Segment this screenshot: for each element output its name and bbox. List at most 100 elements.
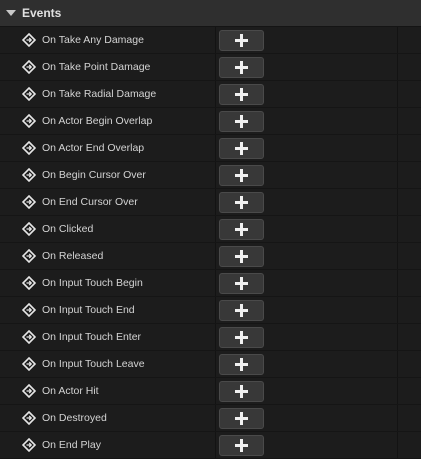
column-divider xyxy=(397,324,398,350)
column-divider xyxy=(215,270,216,296)
add-event-button[interactable] xyxy=(219,300,264,321)
event-diamond-icon xyxy=(22,60,36,74)
add-event-button[interactable] xyxy=(219,327,264,348)
add-event-button[interactable] xyxy=(219,57,264,78)
add-event-button[interactable] xyxy=(219,111,264,132)
event-row: On Destroyed xyxy=(0,405,421,432)
event-diamond-icon xyxy=(22,330,36,344)
column-divider xyxy=(215,216,216,242)
column-divider xyxy=(397,189,398,215)
event-label: On Actor Begin Overlap xyxy=(42,115,153,127)
column-divider xyxy=(215,432,216,458)
column-divider xyxy=(215,54,216,80)
event-diamond-icon xyxy=(22,411,36,425)
plus-icon xyxy=(235,412,248,425)
plus-icon xyxy=(235,142,248,155)
event-diamond-icon xyxy=(22,141,36,155)
plus-icon xyxy=(235,331,248,344)
event-row: On Actor Begin Overlap xyxy=(0,108,421,135)
event-diamond-icon xyxy=(22,384,36,398)
event-label: On Released xyxy=(42,250,104,262)
column-divider xyxy=(397,243,398,269)
add-event-button[interactable] xyxy=(219,192,264,213)
event-diamond-icon xyxy=(22,276,36,290)
event-label: On Take Any Damage xyxy=(42,34,144,46)
plus-icon xyxy=(235,304,248,317)
column-divider xyxy=(215,108,216,134)
event-row: On Input Touch Begin xyxy=(0,270,421,297)
column-divider xyxy=(397,216,398,242)
add-event-button[interactable] xyxy=(219,219,264,240)
column-divider xyxy=(397,432,398,458)
plus-icon xyxy=(235,88,248,101)
column-divider xyxy=(215,297,216,323)
add-event-button[interactable] xyxy=(219,246,264,267)
column-divider xyxy=(397,378,398,404)
event-label: On Destroyed xyxy=(42,412,107,424)
event-diamond-icon xyxy=(22,438,36,452)
column-divider xyxy=(215,351,216,377)
event-list: On Take Any Damage On Take Point Damage … xyxy=(0,27,421,459)
add-event-button[interactable] xyxy=(219,273,264,294)
plus-icon xyxy=(235,115,248,128)
plus-icon xyxy=(235,223,248,236)
event-diamond-icon xyxy=(22,195,36,209)
event-label: On End Play xyxy=(42,439,101,451)
event-diamond-icon xyxy=(22,33,36,47)
add-event-button[interactable] xyxy=(219,165,264,186)
column-divider xyxy=(397,405,398,431)
column-divider xyxy=(397,270,398,296)
event-row: On Clicked xyxy=(0,216,421,243)
event-row: On Take Point Damage xyxy=(0,54,421,81)
event-row: On Input Touch Leave xyxy=(0,351,421,378)
plus-icon xyxy=(235,34,248,47)
add-event-button[interactable] xyxy=(219,354,264,375)
column-divider xyxy=(215,324,216,350)
add-event-button[interactable] xyxy=(219,30,264,51)
add-event-button[interactable] xyxy=(219,381,264,402)
plus-icon xyxy=(235,385,248,398)
add-event-button[interactable] xyxy=(219,138,264,159)
event-label: On Clicked xyxy=(42,223,94,235)
column-divider xyxy=(397,54,398,80)
column-divider xyxy=(215,378,216,404)
event-label: On Actor Hit xyxy=(42,385,99,397)
column-divider xyxy=(397,135,398,161)
column-divider xyxy=(397,27,398,53)
plus-icon xyxy=(235,439,248,452)
event-row: On Actor End Overlap xyxy=(0,135,421,162)
event-diamond-icon xyxy=(22,168,36,182)
add-event-button[interactable] xyxy=(219,84,264,105)
add-event-button[interactable] xyxy=(219,408,264,429)
event-label: On Input Touch End xyxy=(42,304,135,316)
event-row: On End Cursor Over xyxy=(0,189,421,216)
column-divider xyxy=(215,243,216,269)
column-divider xyxy=(215,135,216,161)
event-label: On Take Point Damage xyxy=(42,61,151,73)
event-row: On Take Any Damage xyxy=(0,27,421,54)
event-diamond-icon xyxy=(22,114,36,128)
event-diamond-icon xyxy=(22,357,36,371)
plus-icon xyxy=(235,358,248,371)
add-event-button[interactable] xyxy=(219,435,264,456)
event-diamond-icon xyxy=(22,222,36,236)
event-diamond-icon xyxy=(22,249,36,263)
column-divider xyxy=(397,297,398,323)
event-label: On Input Touch Enter xyxy=(42,331,142,343)
event-diamond-icon xyxy=(22,87,36,101)
collapse-triangle-icon[interactable] xyxy=(6,10,16,16)
column-divider xyxy=(215,27,216,53)
column-divider xyxy=(215,405,216,431)
column-divider xyxy=(397,81,398,107)
plus-icon xyxy=(235,61,248,74)
column-divider xyxy=(215,189,216,215)
events-section-header[interactable]: Events xyxy=(0,0,421,27)
event-label: On Take Radial Damage xyxy=(42,88,157,100)
column-divider xyxy=(215,162,216,188)
event-diamond-icon xyxy=(22,303,36,317)
event-label: On Actor End Overlap xyxy=(42,142,145,154)
section-title: Events xyxy=(22,6,62,20)
event-row: On Begin Cursor Over xyxy=(0,162,421,189)
column-divider xyxy=(397,162,398,188)
event-row: On Input Touch End xyxy=(0,297,421,324)
